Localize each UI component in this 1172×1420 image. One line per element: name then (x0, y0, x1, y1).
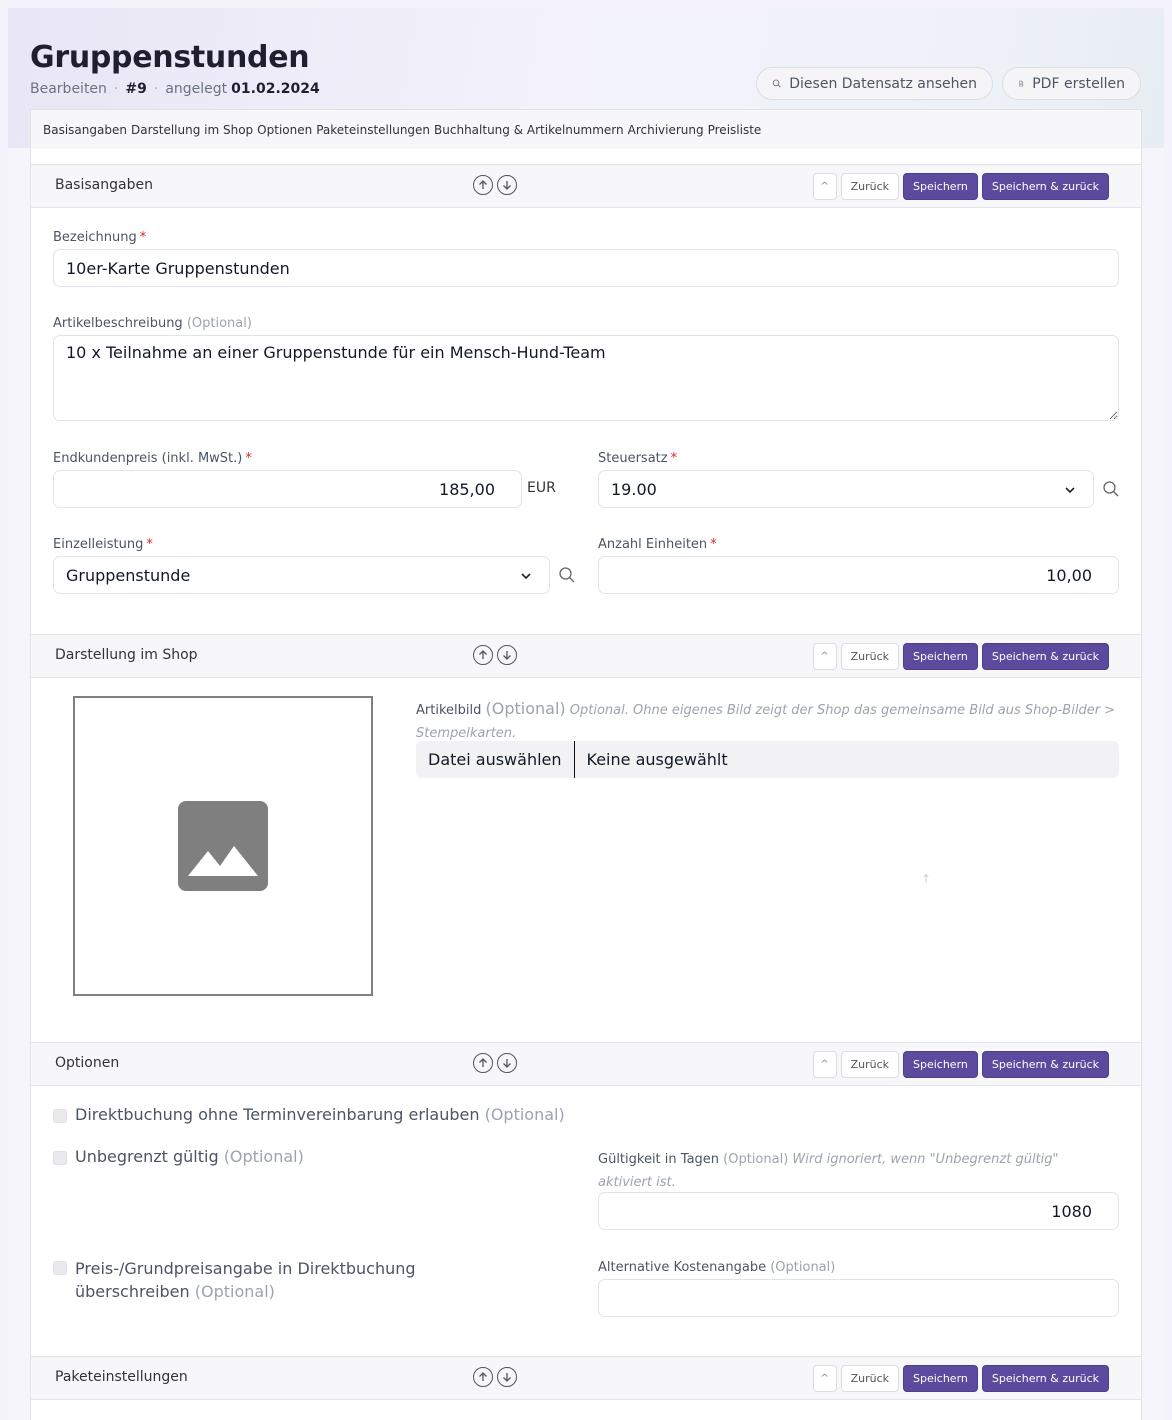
image-placeholder-icon (178, 801, 268, 891)
name-input[interactable]: 10er-Karte Gruppenstunden (53, 249, 1119, 287)
save-button[interactable]: Speichern (903, 1365, 978, 1392)
section-header-optionen: Optionen ^ Zurück Speichern Speichern & … (30, 1042, 1142, 1086)
tab-buchhaltung[interactable]: Buchhaltung & Artikelnummern (434, 123, 624, 137)
save-and-back-button[interactable]: Speichern & zurück (981, 1365, 1109, 1392)
move-down-icon[interactable] (497, 1053, 517, 1073)
page-subtitle: Bearbeiten · #9 · angelegt 01.02.2024 (30, 81, 320, 97)
save-and-back-button[interactable]: Speichern & zurück (981, 173, 1109, 200)
unlimited-checkbox[interactable] (53, 1151, 67, 1165)
tab-preisliste[interactable]: Preisliste (708, 123, 762, 137)
search-icon (772, 79, 781, 88)
tab-basisangaben[interactable]: Basisangaben (43, 123, 127, 137)
arrow-up-icon[interactable]: ↑ (912, 865, 940, 893)
created-label: angelegt (165, 81, 228, 97)
section-title: Paketeinstellungen (55, 1369, 188, 1385)
move-up-icon[interactable] (473, 1053, 493, 1073)
page-title: Gruppenstunden (30, 40, 310, 75)
tab-optionen[interactable]: Optionen (257, 123, 312, 137)
scroll-top-button[interactable]: ^ (812, 643, 837, 670)
save-and-back-button[interactable]: Speichern & zurück (981, 1051, 1109, 1078)
override-price-option: Preis-/Grundpreisangabe in Direktbuchung… (53, 1257, 533, 1303)
back-button[interactable]: Zurück (840, 1365, 899, 1392)
scroll-top-button[interactable]: ^ (812, 1051, 837, 1078)
back-button[interactable]: Zurück (840, 1051, 899, 1078)
tax-label: Steuersatz * (598, 451, 678, 466)
tab-paketeinstellungen[interactable]: Paketeinstellungen (316, 123, 430, 137)
pdf-file-icon (1019, 80, 1024, 87)
alt-cost-label: Alternative Kostenangabe (Optional) (598, 1260, 836, 1275)
section-header-darstellung: Darstellung im Shop ^ Zurück Speichern S… (30, 634, 1142, 678)
scroll-top-button[interactable]: ^ (812, 173, 837, 200)
override-price-checkbox[interactable] (53, 1261, 67, 1275)
price-input[interactable]: 185,00 (53, 470, 522, 508)
save-button[interactable]: Speichern (903, 173, 978, 200)
description-textarea[interactable] (53, 335, 1119, 421)
alt-cost-input[interactable] (598, 1279, 1119, 1317)
choose-file-button[interactable]: Datei auswählen (416, 741, 575, 778)
service-select[interactable]: Gruppenstunde (53, 556, 550, 594)
move-up-icon[interactable] (473, 175, 493, 195)
currency-unit: EUR (527, 480, 556, 496)
section-header-paketeinstellungen: Paketeinstellungen ^ Zurück Speichern Sp… (30, 1356, 1142, 1400)
back-button[interactable]: Zurück (840, 643, 899, 670)
name-label: Bezeichnung * (53, 230, 147, 245)
image-preview (73, 696, 373, 996)
chevron-down-icon (521, 573, 531, 580)
tab-darstellung-im-shop[interactable]: Darstellung im Shop (131, 123, 253, 137)
tab-archivierung[interactable]: Archivierung (628, 123, 704, 137)
mode-label: Bearbeiten (30, 81, 107, 97)
chevron-down-icon (1065, 487, 1075, 494)
tax-select[interactable]: 19.00 (598, 470, 1094, 508)
service-label: Einzelleistung * (53, 537, 153, 552)
record-id: #9 (125, 81, 147, 97)
save-button[interactable]: Speichern (903, 643, 978, 670)
units-input[interactable]: 10,00 (598, 556, 1119, 594)
description-label: Artikelbeschreibung (Optional) (53, 316, 252, 331)
unlimited-option: Unbegrenzt gültig (Optional) (53, 1147, 304, 1166)
back-button[interactable]: Zurück (840, 173, 899, 200)
image-label: Artikelbild (Optional) Optional. Ohne ei… (416, 699, 1116, 741)
save-and-back-button[interactable]: Speichern & zurück (981, 643, 1109, 670)
view-record-button[interactable]: Diesen Datensatz ansehen (756, 67, 993, 100)
section-title: Optionen (55, 1055, 120, 1071)
validity-input[interactable]: 1080 (598, 1192, 1119, 1230)
move-down-icon[interactable] (497, 645, 517, 665)
created-date: 01.02.2024 (231, 81, 320, 97)
save-button[interactable]: Speichern (903, 1051, 978, 1078)
direct-booking-option: Direktbuchung ohne Terminvereinbarung er… (53, 1105, 565, 1124)
move-down-icon[interactable] (497, 1367, 517, 1387)
file-input[interactable]: Datei auswählen Keine ausgewählt (416, 741, 1119, 778)
section-header-basisangaben: Basisangaben ^ Zurück Speichern Speicher… (30, 164, 1142, 208)
validity-label: Gültigkeit in Tagen (Optional) Wird igno… (598, 1152, 1059, 1190)
price-label: Endkundenpreis (inkl. MwSt.) * (53, 451, 252, 466)
file-status: Keine ausgewählt (586, 750, 728, 769)
direct-booking-checkbox[interactable] (53, 1109, 67, 1123)
move-down-icon[interactable] (497, 175, 517, 195)
search-icon[interactable] (558, 566, 576, 584)
section-title: Darstellung im Shop (55, 647, 198, 663)
search-icon[interactable] (1102, 480, 1120, 498)
move-up-icon[interactable] (473, 1367, 493, 1387)
create-pdf-button[interactable]: PDF erstellen (1002, 67, 1141, 100)
section-title: Basisangaben (55, 177, 153, 193)
units-label: Anzahl Einheiten * (598, 537, 717, 552)
scroll-top-button[interactable]: ^ (812, 1365, 837, 1392)
section-tabs: Basisangaben Darstellung im Shop Optione… (30, 109, 1142, 149)
move-up-icon[interactable] (473, 645, 493, 665)
